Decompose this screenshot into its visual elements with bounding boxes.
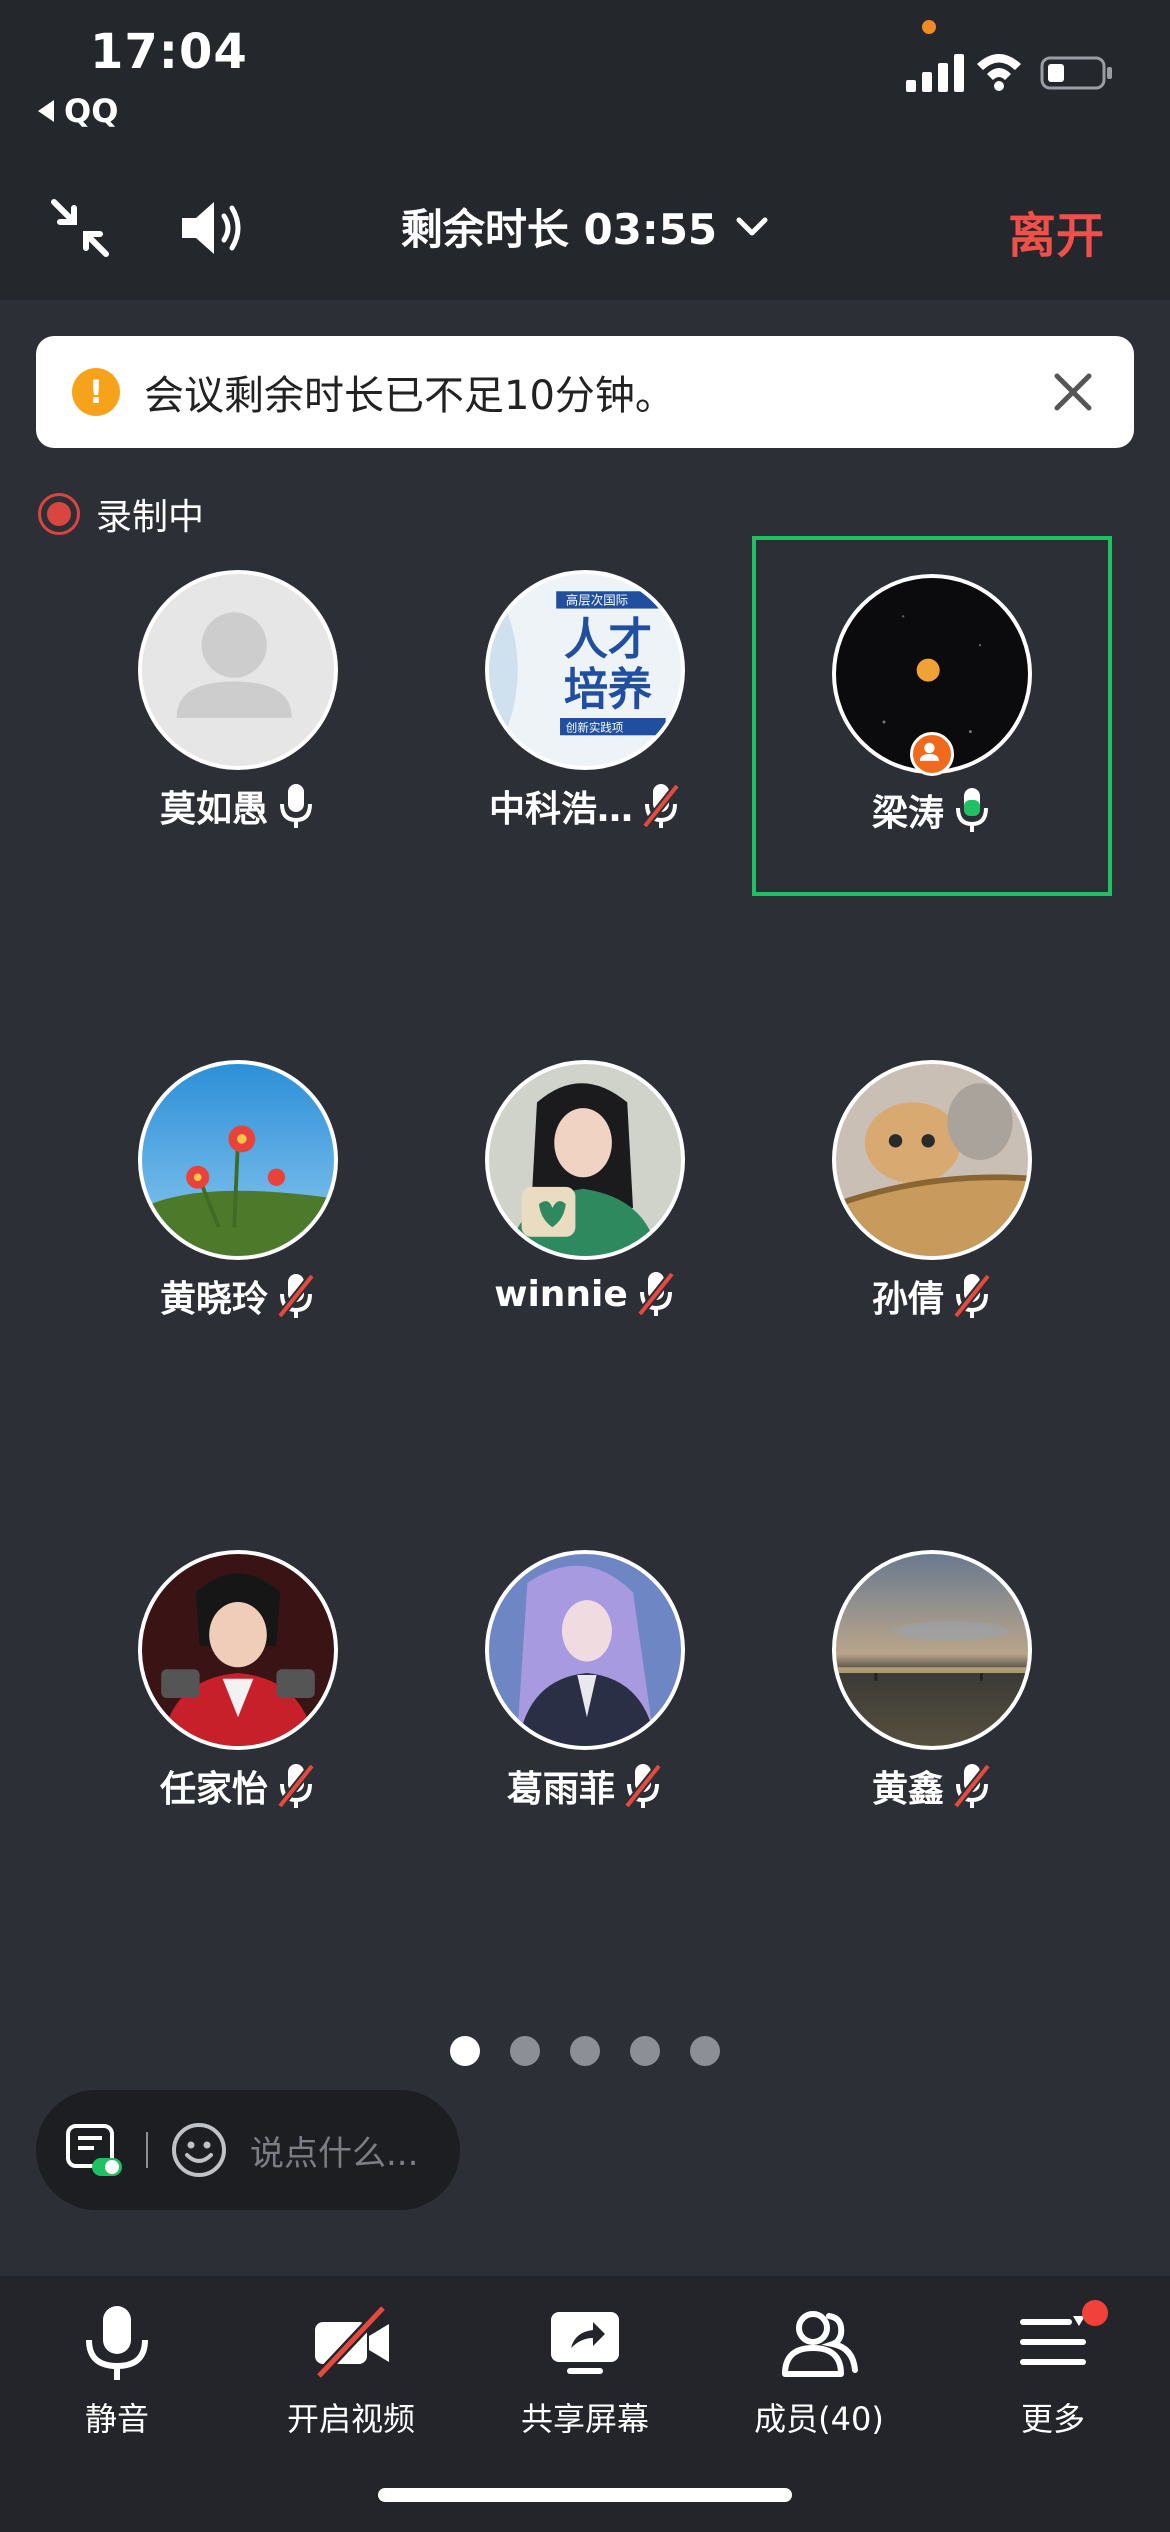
recording-label: 录制中	[96, 497, 205, 538]
participant-name: 梁涛	[871, 793, 944, 834]
participant-name: 黄鑫	[871, 1769, 944, 1810]
participant-tile[interactable]: 任家怡	[58, 1516, 418, 1876]
microphone-muted-icon	[952, 1763, 992, 1809]
chat-bubble-toggle-icon[interactable]	[64, 2120, 124, 2180]
microphone-muted-icon	[276, 1273, 316, 1319]
avatar-thumb-text: 高层次国际	[566, 593, 628, 608]
members-icon	[782, 2311, 858, 2377]
avatar	[138, 1060, 338, 1260]
avatar	[832, 1550, 1032, 1750]
wifi-icon	[977, 54, 1021, 91]
participant-name: 黄晓玲	[159, 1279, 268, 1320]
participant-name: 中科浩…	[488, 789, 633, 830]
page-dot[interactable]	[570, 2036, 600, 2066]
avatar: 高层次国际 人才 培养 创新实践项	[485, 570, 685, 770]
page-dot-active[interactable]	[450, 2036, 480, 2066]
microphone-speaking-icon	[956, 788, 988, 832]
page-dot[interactable]	[510, 2036, 540, 2066]
close-icon[interactable]	[1052, 371, 1094, 413]
members-label: 成员(40)	[754, 2400, 884, 2438]
chevron-down-icon	[736, 217, 768, 235]
microphone-muted-icon	[636, 1271, 675, 1317]
more-label: 更多	[1020, 2400, 1085, 2438]
cellular-signal-icon	[906, 54, 964, 92]
microphone-icon	[86, 2306, 148, 2380]
recording-indicator: 录制中	[38, 488, 204, 540]
divider	[146, 2132, 148, 2168]
page-dot[interactable]	[630, 2036, 660, 2066]
avatar	[138, 570, 338, 770]
emoji-icon[interactable]	[170, 2121, 228, 2179]
participant-tile[interactable]: 葛雨菲	[405, 1516, 765, 1876]
remaining-time-dropdown[interactable]: 剩余时长 03:55	[0, 196, 1170, 257]
warning-icon: !	[72, 368, 120, 416]
mute-button[interactable]: 静音	[12, 2300, 222, 2450]
avatar	[832, 1060, 1032, 1260]
status-time: 17:04	[90, 24, 248, 80]
record-icon	[38, 493, 80, 535]
microphone-muted-icon	[952, 1273, 992, 1319]
participant-tile[interactable]: 黄鑫	[752, 1516, 1112, 1876]
avatar	[485, 1060, 685, 1260]
share-screen-label: 共享屏幕	[520, 2400, 649, 2438]
avatar	[138, 1550, 338, 1750]
share-screen-icon	[551, 2312, 619, 2374]
participant-name: 孙倩	[871, 1279, 944, 1320]
leave-button[interactable]: 离开	[1008, 196, 1104, 266]
microphone-muted-icon	[623, 1763, 663, 1809]
microphone-muted-icon	[641, 783, 681, 829]
notification-badge	[1082, 2300, 1108, 2326]
microphone-muted-icon	[276, 1763, 316, 1809]
participant-tile[interactable]: 莫如愚	[58, 536, 418, 896]
participant-name: 莫如愚	[159, 789, 268, 830]
battery-icon	[1040, 56, 1112, 90]
back-to-app-link[interactable]: QQ	[38, 92, 118, 130]
start-video-button[interactable]: 开启视频	[246, 2300, 456, 2450]
participant-name: winnie	[494, 1273, 628, 1315]
back-arrow-icon	[38, 100, 54, 122]
host-badge-icon	[910, 732, 954, 776]
video-off-icon	[315, 2304, 389, 2380]
participant-tile-active-speaker[interactable]: 梁涛	[752, 536, 1112, 896]
home-indicator[interactable]	[378, 2488, 792, 2502]
more-button[interactable]: 更多	[948, 2300, 1158, 2450]
avatar-thumb-text: 创新实践项	[566, 720, 624, 734]
chat-input-bar[interactable]: 说点什么...	[36, 2090, 460, 2210]
participant-tile[interactable]: 黄晓玲	[58, 1026, 418, 1386]
page-dot[interactable]	[690, 2036, 720, 2066]
participant-tile[interactable]: 高层次国际 人才 培养 创新实践项 中科浩…	[405, 536, 765, 896]
mute-label: 静音	[84, 2400, 149, 2438]
privacy-indicator-dot	[922, 20, 936, 34]
participant-tile[interactable]: winnie	[405, 1026, 765, 1386]
participant-tile[interactable]: 孙倩	[752, 1026, 1112, 1386]
participant-name: 任家怡	[159, 1769, 268, 1810]
warning-message: 会议剩余时长已不足10分钟。	[144, 373, 675, 419]
avatar	[485, 1550, 685, 1750]
avatar-thumb-text: 培养	[564, 665, 652, 716]
start-video-label: 开启视频	[286, 2400, 415, 2438]
members-button[interactable]: 成员(40)	[714, 2300, 924, 2450]
remaining-time-label: 剩余时长 03:55	[400, 205, 718, 254]
time-warning-banner: ! 会议剩余时长已不足10分钟。	[36, 336, 1134, 448]
back-app-label: QQ	[64, 92, 119, 130]
avatar-thumb-text: 人才	[564, 615, 652, 666]
chat-placeholder[interactable]: 说点什么...	[250, 2126, 418, 2175]
microphone-icon	[280, 784, 312, 828]
share-screen-button[interactable]: 共享屏幕	[480, 2300, 690, 2450]
page-indicator[interactable]	[0, 2036, 1170, 2066]
participant-name: 葛雨菲	[506, 1769, 615, 1810]
